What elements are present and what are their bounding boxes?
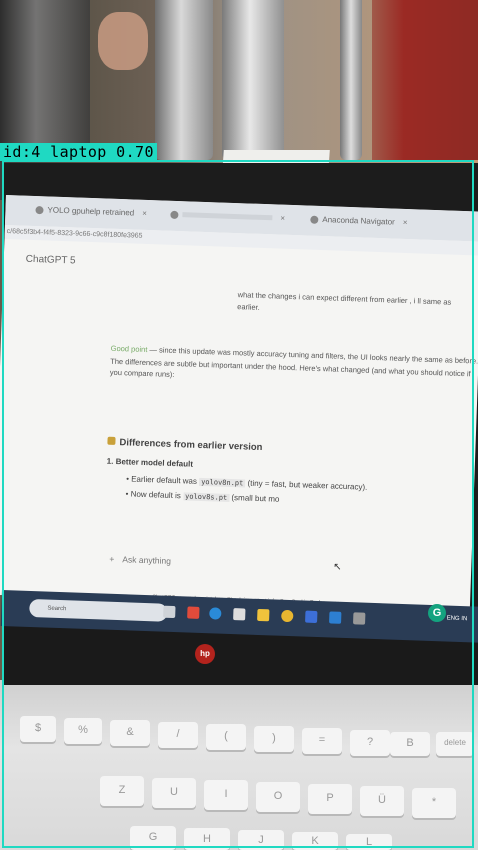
steel-bottle xyxy=(222,0,284,160)
steel-bottle xyxy=(155,0,213,160)
steel-bottle xyxy=(340,0,362,160)
detection-label: id:4 laptop 0.70 xyxy=(0,143,157,161)
detection-bounding-box xyxy=(2,160,474,848)
person-hand xyxy=(98,12,148,70)
water-pitcher xyxy=(0,0,90,150)
red-box xyxy=(372,0,478,160)
